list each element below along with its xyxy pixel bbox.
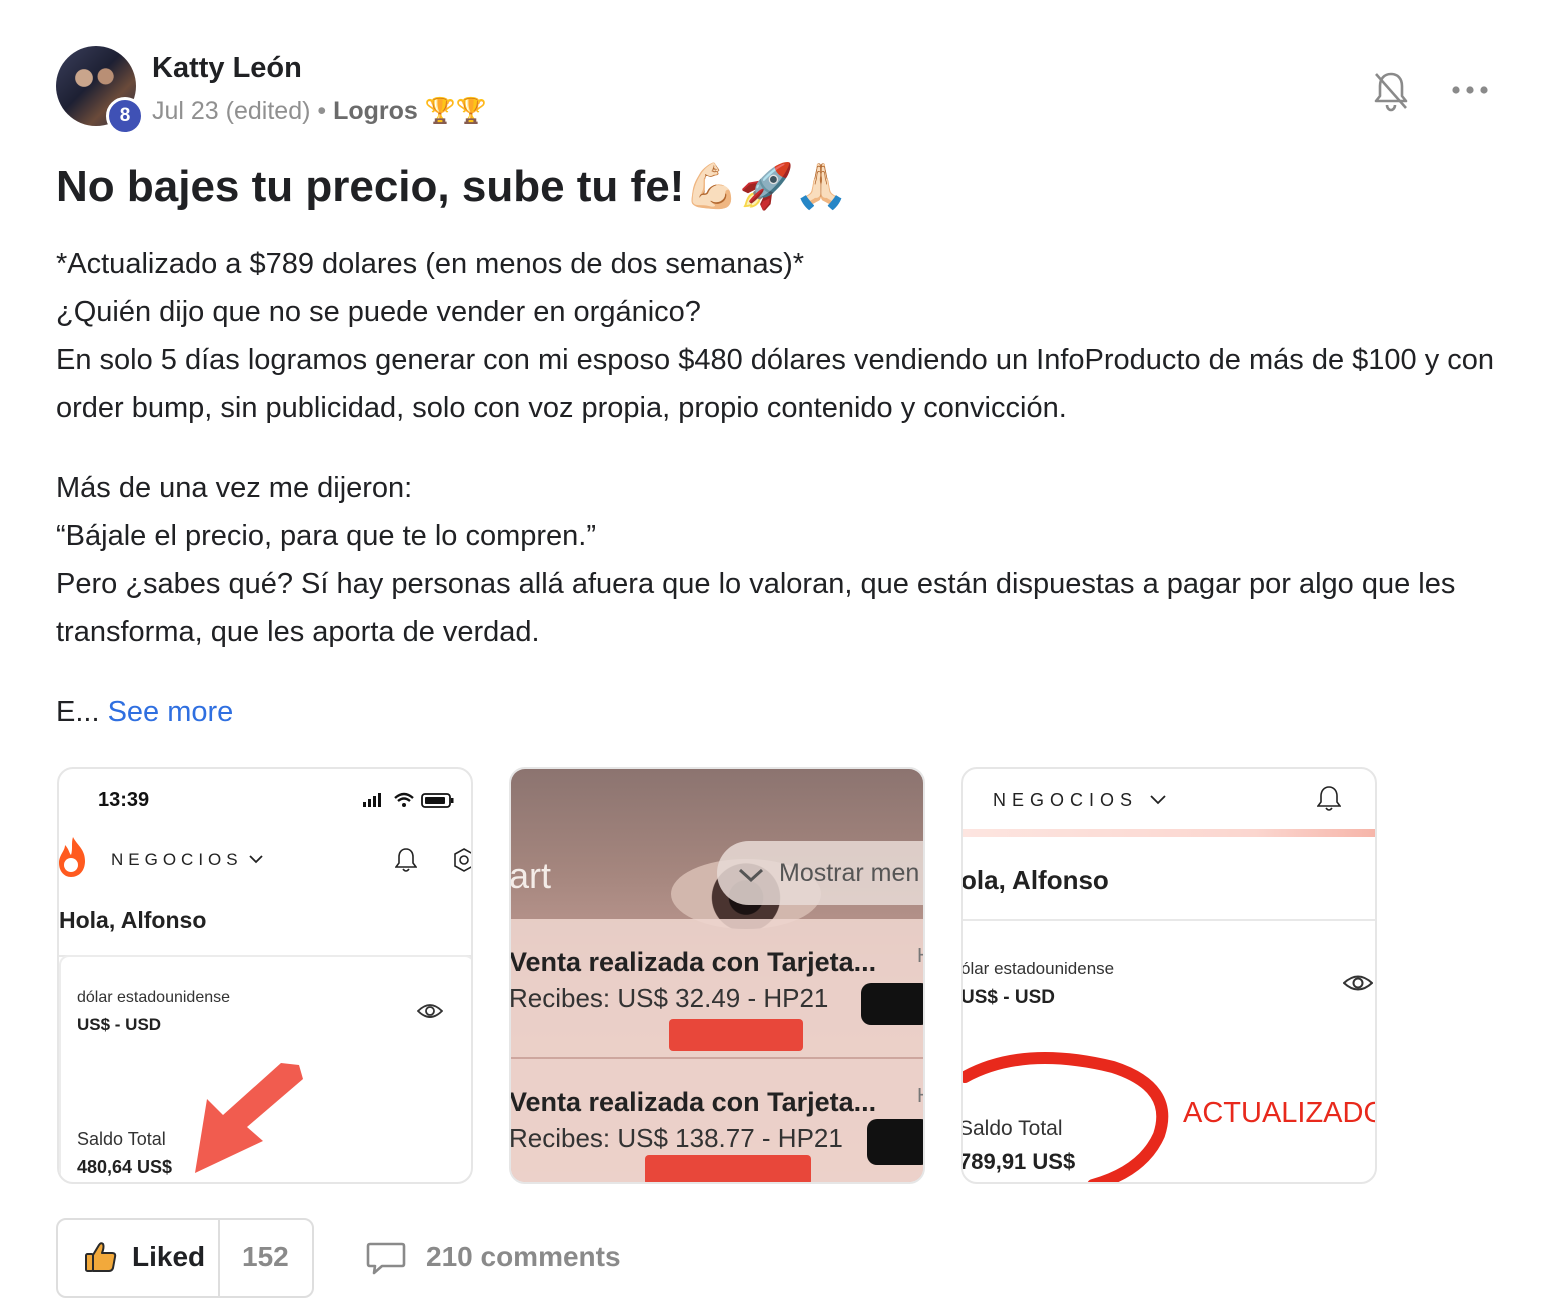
comment-icon[interactable] <box>366 1240 406 1276</box>
body-paragraph-1: *Actualizado a $789 dolares (en menos de… <box>56 240 1496 432</box>
red-underline-annotation <box>645 1155 811 1182</box>
post-date: Jul 23 (edited) <box>152 97 311 125</box>
brand-menu: NEGOCIOS <box>993 790 1139 810</box>
eye-icon <box>417 1004 443 1018</box>
body-line: ¿Quién dijo que no se puede vender en or… <box>56 296 701 328</box>
flame-logo-icon <box>59 837 85 877</box>
sale-title: Venta realizada con Tarjeta... <box>509 1087 877 1117</box>
updated-stamp: ACTUALIZADO <box>1183 1097 1377 1129</box>
chevron-down-icon <box>249 855 263 864</box>
balance-value: 480,64 US$ <box>77 1157 173 1177</box>
status-time: 13:39 <box>98 789 150 811</box>
like-count[interactable]: 152 <box>242 1241 289 1273</box>
greeting: ola, Alfonso <box>961 865 1109 895</box>
balance-label: Saldo Total <box>77 1129 166 1149</box>
bell-off-icon[interactable] <box>1372 70 1410 112</box>
redaction-block <box>861 983 923 1025</box>
meta-separator: • <box>317 97 327 125</box>
sale-detail: Recibes: US$ 138.77 - HP21 <box>509 1123 843 1153</box>
bell-icon <box>1317 786 1341 811</box>
currency-code: US$ - USD <box>961 987 1055 1008</box>
settings-icon <box>454 848 471 872</box>
level-badge: 8 <box>106 97 144 135</box>
attachment-image-3[interactable]: NEGOCIOS ola, Alfonso ólar estadounidens… <box>961 767 1377 1184</box>
sale-detail: Recibes: US$ 32.49 - HP21 <box>509 983 829 1013</box>
balance-label: Saldo Total <box>961 1117 1063 1140</box>
chevron-down-icon <box>738 868 764 883</box>
post-title: No bajes tu precio, sube tu fe!💪🏻🚀🙏🏻 <box>56 162 849 211</box>
redaction-block <box>867 1119 923 1165</box>
attachment-image-1[interactable]: 13:39 NEGOCIOS Hola, Alfonso dólar estad… <box>57 767 473 1184</box>
currency-name: dólar estadounidense <box>77 989 231 1006</box>
partial-heading: art <box>509 855 552 896</box>
divider <box>963 919 1375 921</box>
status-bar-icons <box>363 792 454 808</box>
balance-value: 789,91 US$ <box>961 1149 1076 1174</box>
comments-link[interactable]: 210 comments <box>426 1241 621 1273</box>
see-more-link[interactable]: See more <box>108 696 234 728</box>
body-line: Pero ¿sabes qué? Sí hay personas allá af… <box>56 568 1456 648</box>
toast-label: Mostrar men <box>779 859 920 887</box>
body-line: *Actualizado a $789 dolares (en menos de… <box>56 248 805 280</box>
greeting: Hola, Alfonso <box>59 907 207 933</box>
red-underline-annotation <box>669 1019 803 1051</box>
thumbs-up-icon[interactable] <box>84 1240 118 1274</box>
attachment-image-2[interactable]: art Mostrar men Venta realizada con Tarj… <box>509 767 925 1184</box>
currency-name: ólar estadounidense <box>961 959 1115 978</box>
truncated-text: E... <box>56 696 100 728</box>
sale-edge-letter: H <box>917 1085 923 1108</box>
body-line: Más de una vez me dijeron: <box>56 472 413 504</box>
author-name[interactable]: Katty León <box>152 52 302 85</box>
body-truncated: E... See more <box>56 688 1496 736</box>
body-line: En solo 5 días logramos generar con mi e… <box>56 344 1495 424</box>
like-divider <box>218 1220 220 1296</box>
bell-icon <box>395 848 417 872</box>
eye-icon <box>1343 975 1373 991</box>
sale-title: Venta realizada con Tarjeta... <box>509 947 877 977</box>
sale-edge-letter: H <box>917 945 923 968</box>
body-line: “Bájale el precio, para que te lo compre… <box>56 520 597 552</box>
body-paragraph-2: Más de una vez me dijeron: “Bájale el pr… <box>56 464 1496 656</box>
more-icon[interactable] <box>1450 76 1490 104</box>
brand-menu: NEGOCIOS <box>111 850 243 869</box>
post-meta: Jul 23 (edited) • Logros 🏆🏆 <box>152 97 487 126</box>
currency-code: US$ - USD <box>77 1015 162 1034</box>
post-body: *Actualizado a $789 dolares (en menos de… <box>56 240 1496 736</box>
post-category[interactable]: Logros 🏆🏆 <box>333 97 487 125</box>
chevron-down-icon <box>1150 795 1166 805</box>
red-arrow-annotation <box>195 1063 303 1173</box>
progress-strip <box>963 829 1375 837</box>
liked-label[interactable]: Liked <box>132 1241 205 1273</box>
